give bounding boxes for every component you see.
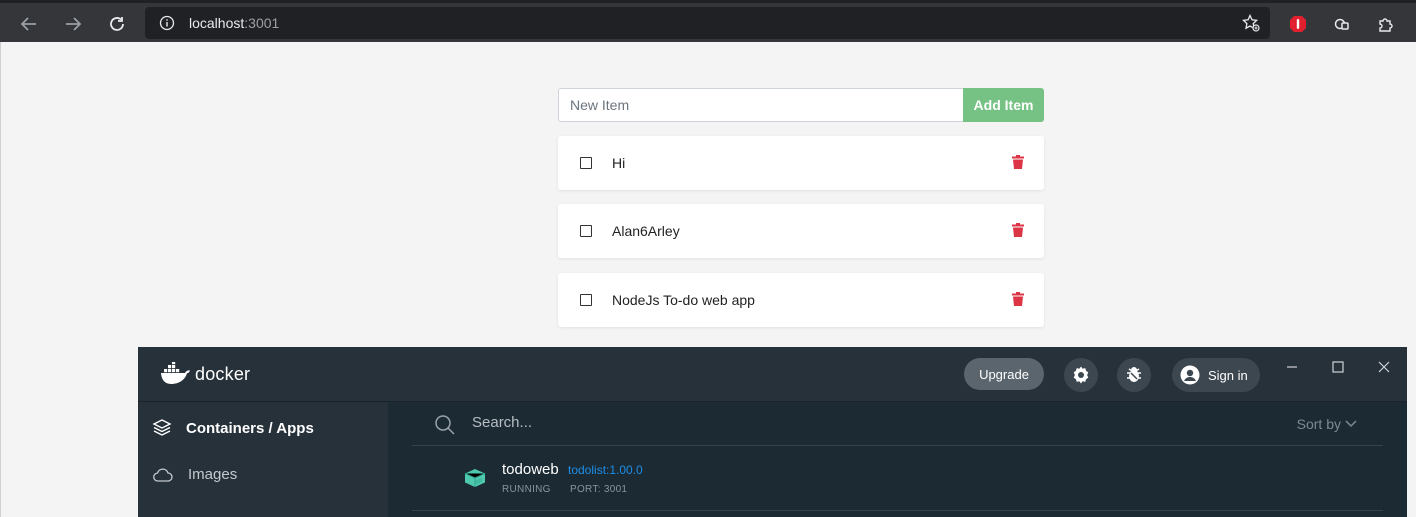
docker-main-panel: Search... Sort by todoweb todolist:1.00.… (388, 402, 1407, 517)
url-host: localhost (189, 15, 245, 31)
search-icon (434, 414, 456, 441)
sidebar-item-label: Containers / Apps (186, 419, 314, 437)
bookmark-star-icon[interactable] (1242, 13, 1260, 37)
todo-checkbox[interactable] (580, 294, 592, 306)
todo-item: Alan6Arley (558, 204, 1044, 258)
cloud-icon (153, 467, 173, 482)
new-item-input[interactable] (558, 88, 963, 122)
upgrade-button[interactable]: Upgrade (964, 358, 1044, 390)
todo-label: NodeJs To-do web app (612, 292, 755, 308)
container-port: PORT: 3001 (570, 484, 628, 495)
sign-in-button[interactable]: Sign in (1172, 358, 1260, 392)
docker-logo: docker (160, 362, 250, 386)
docker-wordmark: docker (195, 363, 251, 384)
forward-arrow-icon[interactable] (60, 11, 86, 37)
trash-icon[interactable] (1012, 155, 1024, 174)
address-bar[interactable]: localhost:3001 (145, 7, 1270, 39)
container-cube-icon (464, 468, 486, 493)
container-status: RUNNING (502, 484, 551, 495)
trash-icon[interactable] (1012, 223, 1024, 242)
settings-gear-icon[interactable] (1064, 358, 1098, 392)
extension-icon[interactable] (1331, 13, 1353, 35)
info-icon[interactable] (159, 15, 175, 36)
todo-checkbox[interactable] (580, 225, 592, 237)
todo-item: NodeJs To-do web app (558, 273, 1044, 327)
sidebar-item-label: Images (188, 466, 238, 483)
todo-label: Alan6Arley (612, 223, 680, 239)
search-bar[interactable]: Search... Sort by (412, 402, 1383, 446)
url-text: localhost:3001 (189, 15, 279, 31)
puzzle-icon[interactable] (1375, 13, 1397, 35)
close-icon[interactable] (1372, 355, 1396, 379)
reload-icon[interactable] (104, 11, 130, 37)
sidebar-item-containers[interactable]: Containers / Apps (152, 418, 314, 438)
user-avatar-icon (1180, 365, 1200, 385)
docker-header: docker Upgrade Sign in (138, 347, 1407, 402)
trash-icon[interactable] (1012, 292, 1024, 311)
docker-whale-icon (161, 362, 190, 384)
adblock-icon[interactable] (1287, 13, 1309, 35)
sidebar-item-images[interactable]: Images (152, 466, 237, 483)
todo-item: Hi (558, 136, 1044, 190)
bug-icon[interactable] (1117, 358, 1151, 392)
todo-label: Hi (612, 155, 626, 171)
browser-toolbar: localhost:3001 (0, 0, 1416, 42)
container-image-link[interactable]: todolist:1.00.0 (568, 463, 643, 477)
maximize-icon[interactable] (1326, 355, 1350, 379)
docker-desktop-window: docker Upgrade Sign in Containers / Apps (138, 347, 1407, 517)
url-port: :3001 (244, 15, 280, 31)
add-item-form: Add Item (558, 88, 1044, 122)
container-stack-icon (152, 419, 172, 436)
sort-by-label: Sort by (1296, 416, 1341, 432)
search-input[interactable]: Search... (472, 414, 532, 431)
back-arrow-icon[interactable] (16, 11, 42, 37)
container-row[interactable]: todoweb todolist:1.00.0 RUNNING PORT: 30… (412, 447, 1383, 511)
sort-by-dropdown[interactable]: Sort by (1297, 416, 1357, 432)
minimize-icon[interactable] (1280, 355, 1304, 379)
docker-sidebar: Containers / Apps Images (138, 402, 388, 517)
todo-checkbox[interactable] (580, 157, 592, 169)
sign-in-label: Sign in (1208, 367, 1248, 383)
container-name[interactable]: todoweb (502, 461, 559, 478)
chevron-down-icon (1345, 420, 1357, 428)
add-item-button[interactable]: Add Item (963, 88, 1044, 122)
